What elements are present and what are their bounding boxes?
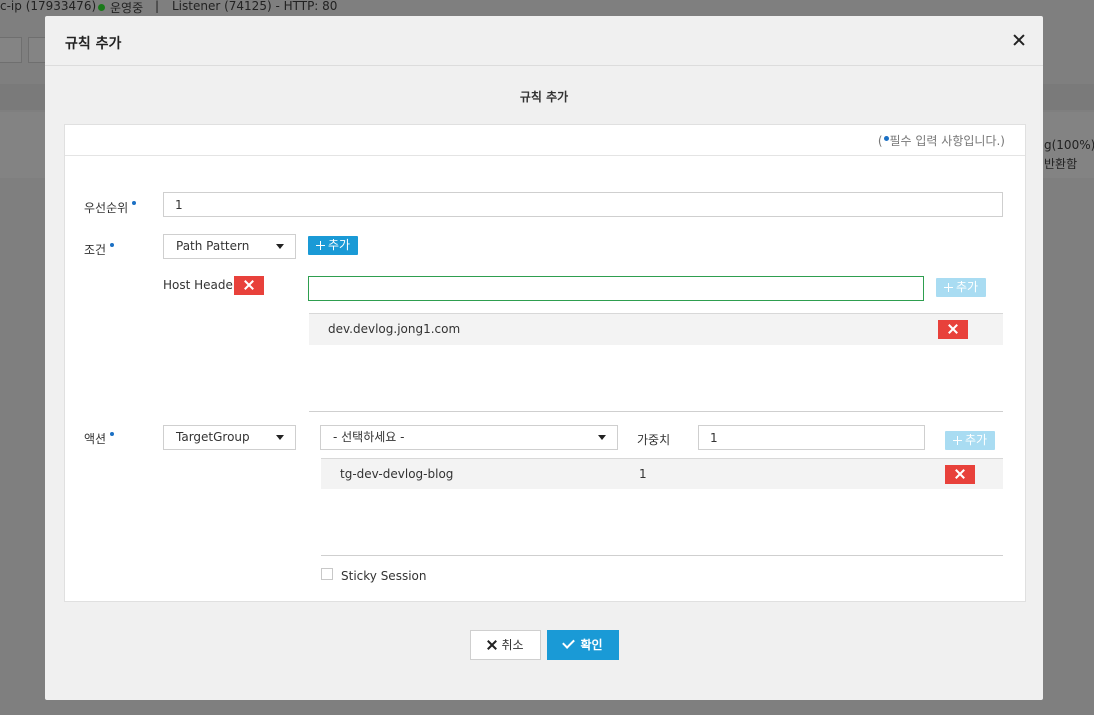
cancel-button[interactable]: 취소 [470,630,541,660]
add-rule-modal: 규칙 추가 규칙 추가 (필수 입력 사항입니다.) 우선순위 조건 Path … [45,16,1043,700]
add-target-button[interactable]: 추가 [945,431,996,450]
modal-subtitle: 규칙 추가 [519,90,569,104]
action-type-select[interactable]: TargetGroup [163,425,296,450]
table-row: tg-dev-devlog-blog 1 [321,458,1003,489]
action-label: 액션 [84,430,115,447]
caret-down-icon [276,435,284,440]
host-header-input[interactable] [308,276,924,301]
sticky-session-checkbox[interactable] [321,568,333,580]
check-icon [562,636,576,649]
required-dot-icon [883,136,889,141]
priority-label: 우선순위 [84,199,137,216]
remove-host-value-button[interactable] [938,320,968,339]
required-dot-icon [110,243,115,247]
caret-down-icon [276,244,284,249]
required-dot-icon [110,432,115,436]
list-item: dev.devlog.jong1.com [309,313,1003,345]
remove-host-header-button[interactable] [234,276,264,295]
modal-title: 규칙 추가 [65,36,122,52]
close-icon [954,468,966,480]
weight-input[interactable] [698,425,925,450]
background-button [0,37,22,63]
status-dot-icon [98,4,105,11]
add-host-value-button[interactable]: 추가 [936,278,987,297]
divider [321,555,1003,556]
priority-input[interactable] [163,192,1003,217]
background-status: 운영중 [98,0,143,16]
close-icon [947,323,959,335]
confirm-button[interactable]: 확인 [547,630,619,660]
background-status-bar: c-ip (17933476) 운영중 | Listener (74125) -… [0,0,1094,16]
sticky-session-label: Sticky Session [341,569,427,583]
caret-down-icon [598,435,606,440]
weight-label: 가중치 [637,433,671,447]
target-group-select[interactable]: - 선택하세요 - [320,425,618,450]
background-separator: | [155,0,160,13]
remove-target-button[interactable] [945,465,975,484]
condition-type-select[interactable]: Path Pattern [163,234,296,259]
divider [65,155,1025,156]
required-dot-icon [132,201,137,205]
background-right-label: 반환함 [1044,157,1078,171]
background-name: c-ip (17933476) [0,0,97,13]
target-group-weight: 1 [639,467,647,481]
add-condition-button[interactable]: 추가 [308,236,359,255]
plus-icon [316,241,325,250]
close-icon [243,279,255,291]
modal-header: 규칙 추가 [45,16,1043,66]
close-icon [487,640,497,650]
background-listener: Listener (74125) - HTTP: 80 [172,0,338,13]
condition-label: 조건 [84,241,115,258]
host-header-label: Host Header [163,278,238,292]
plus-icon [953,436,962,445]
plus-icon [944,283,953,292]
background-right-value: g(100%) [1044,138,1094,152]
close-icon[interactable] [1009,30,1029,50]
divider [309,411,1003,412]
required-note: (필수 입력 사항입니다.) [877,134,1005,148]
rule-form-panel: (필수 입력 사항입니다.) 우선순위 조건 Path Pattern 추가 H… [64,124,1026,602]
target-group-name: tg-dev-devlog-blog [340,467,454,481]
host-header-value: dev.devlog.jong1.com [328,322,461,336]
